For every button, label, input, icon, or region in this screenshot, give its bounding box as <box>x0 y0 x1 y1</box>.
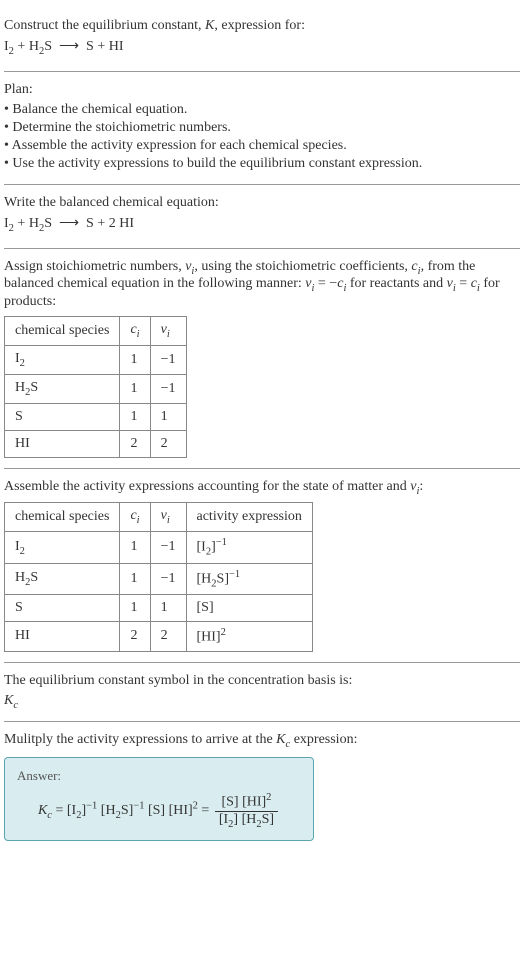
cell-species: S <box>5 403 120 430</box>
answer-box: Answer: Kc = [I2]−1 [H2S]−1 [S] [HI]2 = … <box>4 757 314 840</box>
col-species: chemical species <box>5 503 120 532</box>
table-row: H2S 1 −1 [H2S]−1 <box>5 563 313 594</box>
plan-list: Balance the chemical equation. Determine… <box>4 102 520 172</box>
cell-c: 2 <box>120 622 150 652</box>
balanced-heading: Write the balanced chemical equation: <box>4 195 520 211</box>
answer-lhs: Kc = [I2]−1 [H2S]−1 [S] [HI]2 = <box>38 803 213 818</box>
col-activity: activity expression <box>186 503 312 532</box>
table-row: I2 1 −1 <box>5 345 187 374</box>
cell-c: 1 <box>120 532 150 563</box>
prompt-prefix: Construct the equilibrium constant, <box>4 18 205 33</box>
cell-act: [I2]−1 <box>186 532 312 563</box>
cell-species: I2 <box>5 532 120 563</box>
plan-item: Balance the chemical equation. <box>4 102 520 118</box>
col-nui: νi <box>150 503 186 532</box>
multiply-intro: Mulitply the activity expressions to arr… <box>4 732 520 750</box>
table-row: I2 1 −1 [I2]−1 <box>5 532 313 563</box>
cell-nu: −1 <box>150 532 186 563</box>
cell-species: HI <box>5 622 120 652</box>
answer-equation: Kc = [I2]−1 [H2S]−1 [S] [HI]2 = [S] [HI]… <box>17 792 301 829</box>
cell-c: 2 <box>120 430 150 457</box>
answer-label: Answer: <box>17 768 301 784</box>
cell-c: 1 <box>120 403 150 430</box>
table-row: H2S 1 −1 <box>5 374 187 403</box>
table-row: HI 2 2 [HI]2 <box>5 622 313 652</box>
table-header-row: chemical species ci νi <box>5 317 187 346</box>
cell-nu: 1 <box>150 595 186 622</box>
plan-item: Determine the stoichiometric numbers. <box>4 120 520 136</box>
table-row: HI 2 2 <box>5 430 187 457</box>
prompt-section: Construct the equilibrium constant, K, e… <box>4 8 520 72</box>
activity-intro: Assemble the activity expressions accoun… <box>4 479 520 497</box>
cell-nu: 2 <box>150 430 186 457</box>
balanced-section: Write the balanced chemical equation: I2… <box>4 185 520 249</box>
frac-denominator: [I2] [H2S] <box>215 812 278 830</box>
cell-act: [HI]2 <box>186 622 312 652</box>
answer-fraction: [S] [HI]2[I2] [H2S] <box>215 792 278 829</box>
cell-species: H2S <box>5 374 120 403</box>
col-ci: ci <box>120 317 150 346</box>
stoich-section: Assign stoichiometric numbers, νi, using… <box>4 249 520 469</box>
cell-nu: −1 <box>150 374 186 403</box>
balanced-equation: I2 + H2S ⟶ S + 2 HI <box>4 215 520 234</box>
frac-numerator: [S] [HI]2 <box>215 792 278 812</box>
cell-c: 1 <box>120 563 150 594</box>
table-row: S 1 1 [S] <box>5 595 313 622</box>
cell-c: 1 <box>120 345 150 374</box>
cell-nu: −1 <box>150 345 186 374</box>
col-species: chemical species <box>5 317 120 346</box>
stoich-intro: Assign stoichiometric numbers, νi, using… <box>4 259 520 311</box>
cell-species: S <box>5 595 120 622</box>
table-header-row: chemical species ci νi activity expressi… <box>5 503 313 532</box>
symbol-section: The equilibrium constant symbol in the c… <box>4 663 520 722</box>
col-ci: ci <box>120 503 150 532</box>
prompt-suffix: , expression for: <box>214 18 305 33</box>
cell-c: 1 <box>120 595 150 622</box>
activity-section: Assemble the activity expressions accoun… <box>4 469 520 663</box>
cell-nu: 2 <box>150 622 186 652</box>
cell-act: [H2S]−1 <box>186 563 312 594</box>
table-row: S 1 1 <box>5 403 187 430</box>
symbol-intro: The equilibrium constant symbol in the c… <box>4 673 520 689</box>
plan-item: Use the activity expressions to build th… <box>4 156 520 172</box>
cell-species: H2S <box>5 563 120 594</box>
plan-item: Assemble the activity expression for eac… <box>4 138 520 154</box>
plan-section: Plan: Balance the chemical equation. Det… <box>4 72 520 185</box>
cell-nu: −1 <box>150 563 186 594</box>
unbalanced-equation: I2 + H2S ⟶ S + HI <box>4 38 520 57</box>
prompt-line: Construct the equilibrium constant, K, e… <box>4 18 520 34</box>
cell-act: [S] <box>186 595 312 622</box>
stoich-table: chemical species ci νi I2 1 −1 H2S 1 −1 … <box>4 316 187 457</box>
cell-species: I2 <box>5 345 120 374</box>
kc-symbol: Kc <box>4 693 520 711</box>
activity-table: chemical species ci νi activity expressi… <box>4 502 313 651</box>
plan-heading: Plan: <box>4 82 520 98</box>
cell-species: HI <box>5 430 120 457</box>
prompt-k: K <box>205 18 214 33</box>
col-nui: νi <box>150 317 186 346</box>
cell-nu: 1 <box>150 403 186 430</box>
multiply-section: Mulitply the activity expressions to arr… <box>4 722 520 851</box>
cell-c: 1 <box>120 374 150 403</box>
